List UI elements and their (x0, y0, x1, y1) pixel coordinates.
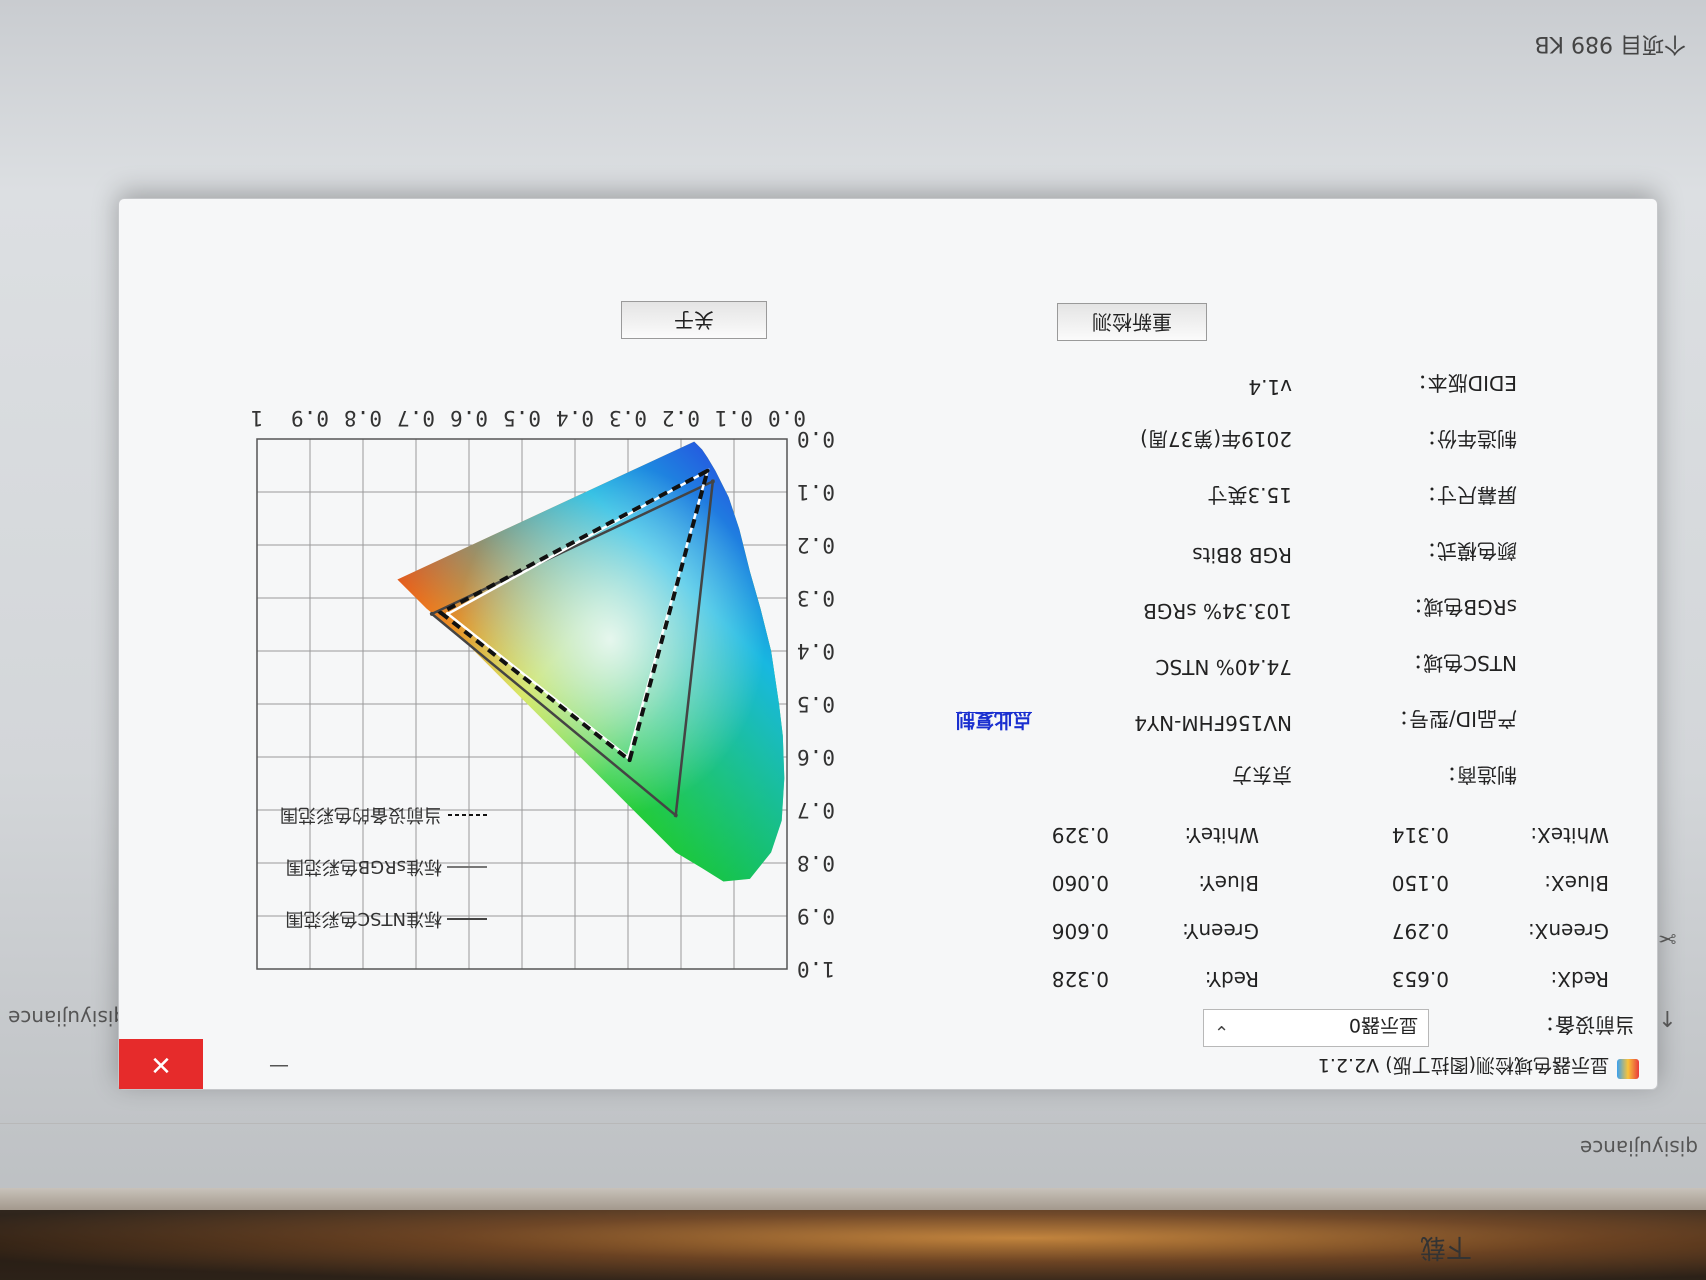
y-tick-label: 0.5 (797, 692, 835, 716)
explorer-address-strip (0, 1123, 1706, 1184)
rotated-photo-scene: 下载 qisiyujiance 个项目 989 KB qisiyujiance … (0, 0, 1706, 1280)
bluey-value: 0.060 (1051, 871, 1109, 895)
device-select[interactable]: 显示器0 ⌄ (1203, 1009, 1429, 1047)
window-title: 显示器色域检测(图拉丁版) V2.2.1 (1317, 1054, 1609, 1076)
y-tick-label: 1.0 (797, 957, 835, 981)
legend-label: 标准sRGB色彩范围 (286, 856, 442, 877)
x-tick-label: 0.9 (291, 406, 329, 430)
ntsc-value: 74.40% NTSC (1155, 655, 1292, 679)
y-tick-label: 0.3 (797, 586, 835, 610)
product-value: NV156FHM-NY4 (1134, 711, 1292, 735)
legend-label: 标准NTSC色彩范围 (286, 908, 442, 929)
redy-label: RedY: (1204, 967, 1259, 991)
cie-gamut-chart: 0.0 0.1 0.2 0.3 0.4 0.5 0.6 0.7 0.8 0.9 1 0.0 0.1 0.2… (157, 359, 857, 989)
user-folder-label[interactable]: qisiyujiance (1580, 1136, 1698, 1160)
x-tick-label: 0.3 (609, 406, 647, 430)
legend-label: 当前设备的色彩范围 (280, 804, 442, 825)
title-bar: 显示器色域检测(图拉丁版) V2.2.1 — ✕ (119, 1039, 1657, 1089)
x-tick-label: 0.5 (503, 406, 541, 430)
gamut-vertex (627, 758, 632, 763)
screen-size-label: 屏幕尺寸： (1417, 483, 1517, 507)
close-button[interactable]: ✕ (119, 1039, 203, 1089)
y-tick-label: 0.1 (797, 480, 835, 504)
x-tick-label: 0.6 (450, 406, 488, 430)
gamut-vertex (429, 611, 434, 616)
whitex-label: WhiteX: (1530, 823, 1609, 847)
sidebar-folder-label[interactable]: qisiyujiance (8, 1006, 126, 1030)
chevron-down-icon: ⌄ (1214, 1021, 1230, 1042)
year-value: 2019年(第37周) (1140, 427, 1292, 451)
y-tick-label: 0.6 (797, 745, 835, 769)
explorer-status-text: 个项目 989 KB (1534, 31, 1687, 56)
x-tick-label: 1 (251, 406, 264, 430)
scissors-icon[interactable]: ✂ (1658, 925, 1676, 950)
x-tick-label: 0.4 (556, 406, 594, 430)
srgb-label: sRGB色域： (1403, 595, 1517, 619)
edid-value: v1.4 (1248, 375, 1292, 399)
recheck-button[interactable]: 重新检测 (1057, 303, 1207, 341)
gamut-detector-window: 显示器色域检测(图拉丁版) V2.2.1 — ✕ 当前设备： 显示器0 ⌄ Re… (118, 198, 1658, 1090)
bluey-label: BlueY: (1198, 871, 1259, 895)
app-icon (1617, 1059, 1639, 1079)
edid-label: EDID版本： (1407, 371, 1517, 395)
arrow-up-icon[interactable]: ↑ (1658, 1005, 1676, 1030)
greeny-value: 0.606 (1051, 919, 1109, 943)
srgb-value: 103.34% sRGB (1143, 599, 1292, 623)
x-tick-label: 0.7 (397, 406, 435, 430)
year-label: 制造年份： (1417, 427, 1517, 451)
whitey-label: WhiteY: (1184, 823, 1259, 847)
download-label[interactable]: 下载 (1420, 1231, 1472, 1268)
y-tick-label: 0.2 (797, 533, 835, 557)
y-tick-label: 0.7 (797, 798, 835, 822)
bluex-label: BlueX: (1544, 871, 1609, 895)
redy-value: 0.328 (1051, 967, 1109, 991)
gamut-vertex (705, 468, 710, 473)
maker-value: 京东方 (1232, 763, 1292, 787)
color-mode-label: 颜色模式： (1417, 539, 1517, 563)
greenx-value: 0.297 (1391, 919, 1449, 943)
ntsc-label: NTSC色域： (1403, 651, 1517, 675)
greenx-label: GreenX: (1527, 919, 1609, 943)
redx-value: 0.653 (1391, 967, 1449, 991)
y-tick-label: 0.0 (797, 427, 835, 451)
maker-label: 制造商： (1437, 763, 1517, 787)
y-tick-label: 0.4 (797, 639, 835, 663)
x-tick-label: 0.8 (344, 406, 382, 430)
gamut-chart-svg: 0.00.10.20.30.40.50.60.70.80.910.00.10.2… (251, 406, 835, 981)
bluex-value: 0.150 (1391, 871, 1449, 895)
y-tick-label: 0.8 (797, 851, 835, 875)
gamut-vertex (438, 610, 443, 615)
device-select-value: 显示器0 (1348, 1014, 1418, 1036)
minimize-button[interactable]: — (269, 1055, 289, 1079)
x-tick-label: 0.2 (662, 406, 700, 430)
about-button[interactable]: 关于 (621, 301, 767, 339)
chart-legend: 标准NTSC色彩范围标准sRGB色彩范围当前设备的色彩范围 (280, 804, 487, 929)
gamut-vertex (710, 479, 715, 484)
redx-label: RedX: (1550, 967, 1609, 991)
screen-size-value: 15.3英寸 (1207, 483, 1292, 507)
y-tick-label: 0.9 (797, 904, 835, 928)
product-label: 产品ID/型号： (1388, 707, 1517, 731)
color-mode-value: RGB 8Bits (1192, 543, 1292, 567)
device-label: 当前设备： (1535, 1013, 1635, 1037)
whitey-value: 0.329 (1051, 823, 1109, 847)
gamut-vertex (673, 813, 678, 818)
whitex-value: 0.314 (1391, 823, 1449, 847)
x-tick-label: 0.1 (715, 406, 753, 430)
greeny-label: GreenY: (1182, 919, 1259, 943)
copy-link[interactable]: 点此复制 (956, 708, 1032, 735)
